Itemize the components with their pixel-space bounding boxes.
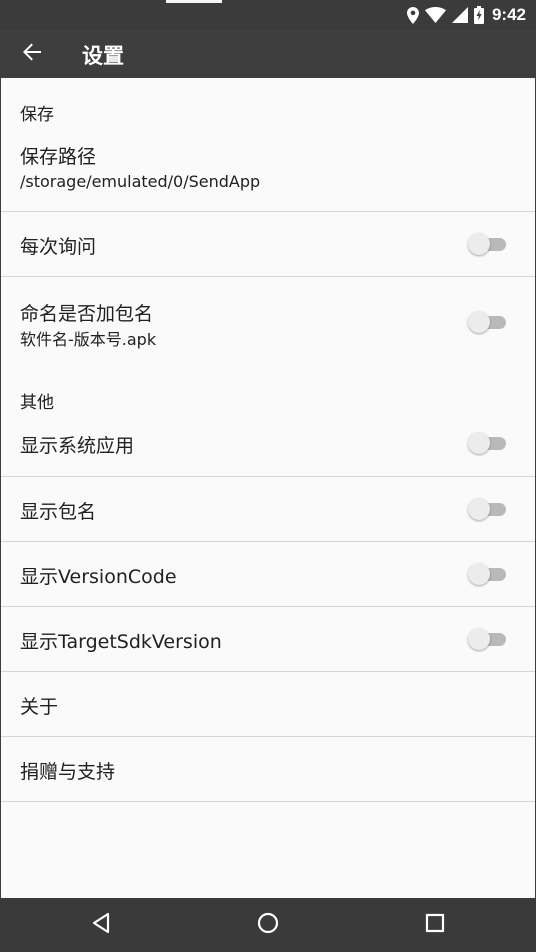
status-time: 9:42	[491, 5, 526, 24]
back-button[interactable]	[14, 36, 50, 72]
location-icon	[406, 6, 419, 24]
back-triangle-icon	[91, 912, 111, 938]
show-package-name-switch[interactable]	[468, 497, 508, 521]
nav-home-button[interactable]	[250, 907, 286, 943]
pref-ask-every-time[interactable]: 每次询问	[1, 212, 535, 276]
battery-charging-icon	[473, 6, 484, 24]
home-circle-icon	[257, 912, 279, 938]
pref-save-path-title: 保存路径	[20, 146, 97, 168]
signal-icon	[451, 7, 468, 23]
pref-save-path-value: /storage/emulated/0/SendApp	[20, 172, 261, 191]
switch-thumb	[468, 311, 490, 333]
ask-every-time-switch[interactable]	[468, 232, 508, 256]
nav-recents-button[interactable]	[417, 907, 453, 943]
switch-thumb	[468, 233, 490, 255]
pref-show-system-apps-title: 显示系统应用	[20, 435, 135, 457]
status-bar: 9:42	[0, 0, 536, 30]
pref-donate[interactable]: 捐赠与支持	[1, 737, 535, 801]
switch-thumb	[468, 432, 490, 454]
switch-thumb	[468, 498, 490, 520]
nav-back-button[interactable]	[83, 907, 119, 943]
recents-square-icon	[425, 913, 445, 937]
pref-show-target-sdk-title: 显示TargetSdkVersion	[20, 631, 222, 653]
pref-save-path[interactable]: 保存路径 /storage/emulated/0/SendApp	[1, 134, 535, 211]
pref-name-with-package-summary: 软件名-版本号.apk	[20, 330, 157, 349]
name-with-package-switch[interactable]	[468, 310, 508, 334]
pref-show-version-code[interactable]: 显示VersionCode	[1, 542, 535, 606]
pref-show-package-name-title: 显示包名	[20, 501, 97, 523]
pref-about-title: 关于	[20, 696, 59, 718]
switch-thumb	[468, 628, 490, 650]
status-icons: 9:42	[406, 4, 526, 26]
navigation-bar	[0, 898, 536, 952]
category-header-other: 其他	[20, 393, 54, 413]
arrow-back-icon	[22, 43, 42, 65]
pref-name-with-package[interactable]: 命名是否加包名 软件名-版本号.apk	[1, 277, 535, 357]
pref-show-package-name[interactable]: 显示包名	[1, 477, 535, 541]
pref-show-target-sdk[interactable]: 显示TargetSdkVersion	[1, 607, 535, 671]
pref-name-with-package-title: 命名是否加包名	[20, 303, 154, 325]
pref-show-version-code-title: 显示VersionCode	[20, 566, 177, 588]
status-bar-notch	[166, 0, 222, 3]
pref-donate-title: 捐赠与支持	[20, 761, 116, 783]
divider	[1, 801, 535, 802]
pref-about[interactable]: 关于	[1, 672, 535, 736]
pref-show-system-apps[interactable]: 显示系统应用	[1, 411, 535, 475]
category-header-save: 保存	[20, 105, 54, 125]
pref-ask-every-time-title: 每次询问	[20, 236, 97, 258]
toolbar: 设置	[0, 30, 536, 78]
show-target-sdk-switch[interactable]	[468, 627, 508, 651]
wifi-icon	[424, 7, 446, 23]
settings-list: 保存 保存路径 /storage/emulated/0/SendApp 每次询问…	[0, 78, 536, 898]
page-title: 设置	[82, 44, 124, 68]
switch-thumb	[468, 563, 490, 585]
show-system-apps-switch[interactable]	[468, 431, 508, 455]
show-version-code-switch[interactable]	[468, 562, 508, 586]
